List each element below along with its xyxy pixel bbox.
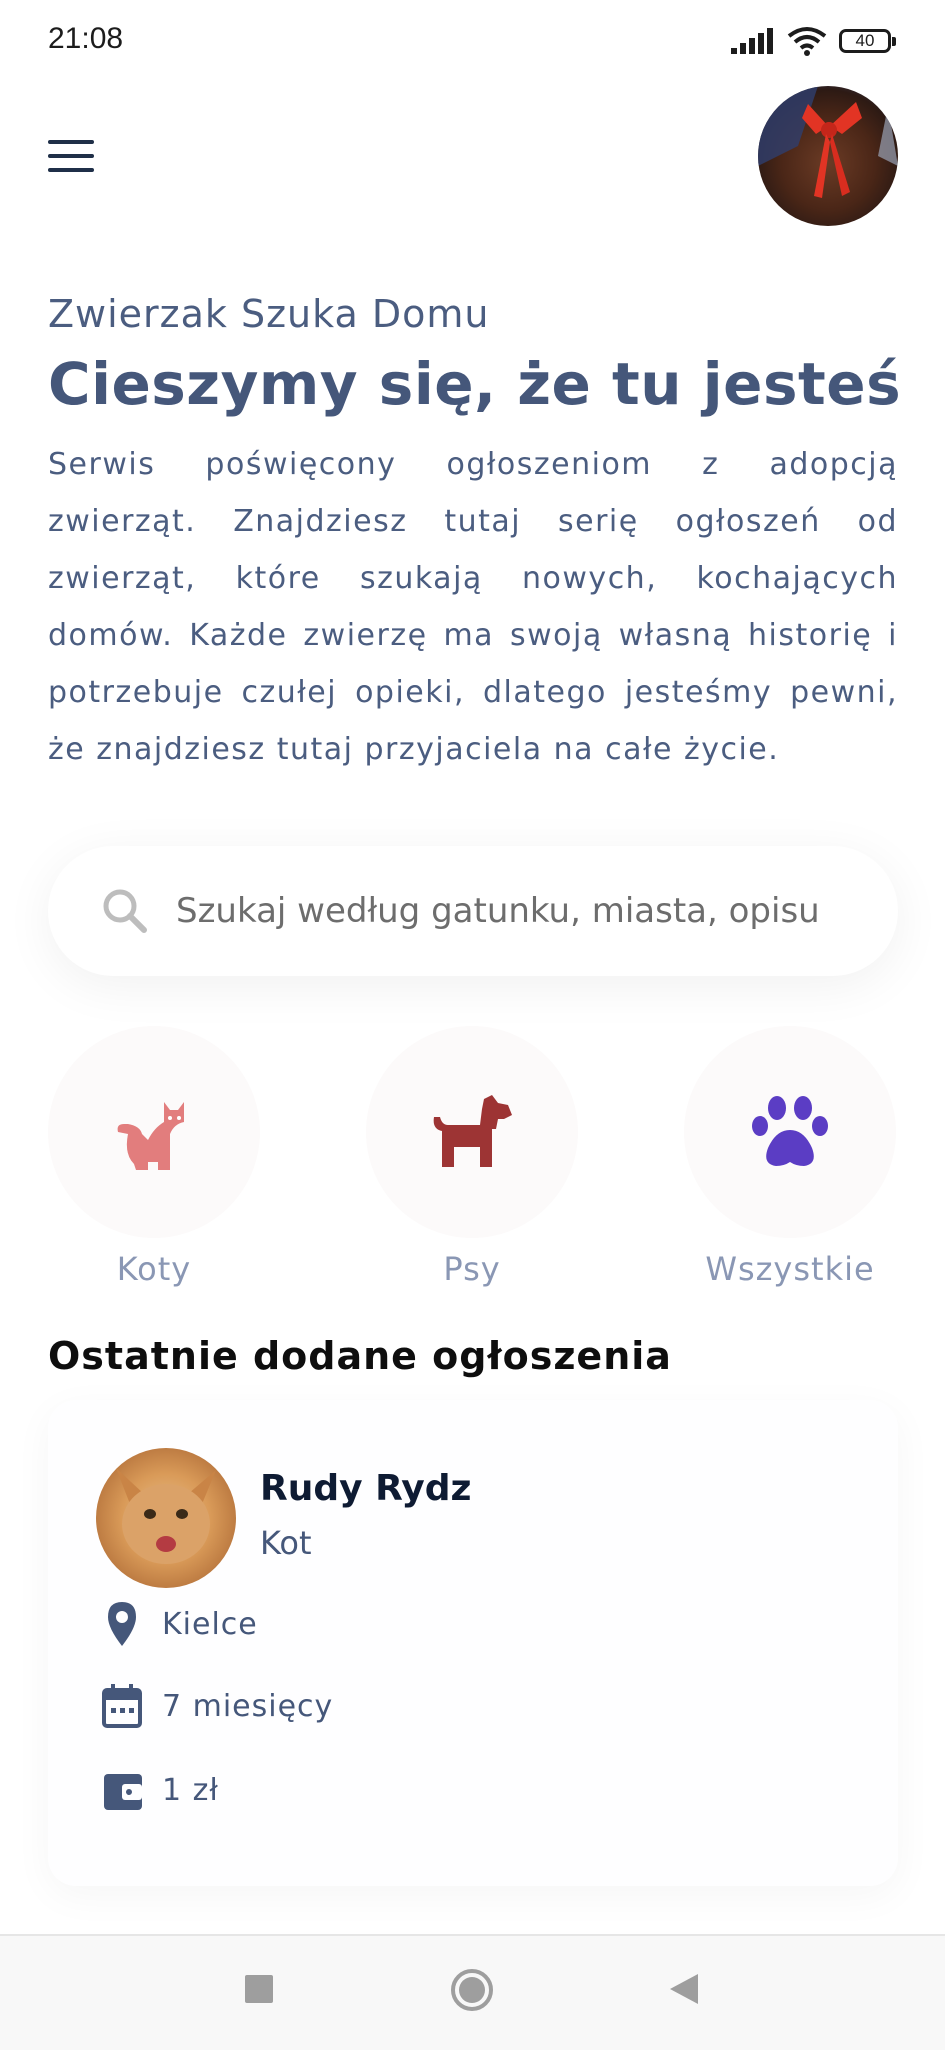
user-avatar[interactable] bbox=[758, 86, 898, 226]
system-nav-bar bbox=[0, 1934, 945, 2050]
category-label: Wszystkie bbox=[705, 1250, 875, 1288]
pet-species: Kot bbox=[260, 1524, 312, 1562]
search-icon bbox=[103, 889, 147, 933]
cat-icon bbox=[117, 1102, 184, 1170]
listing-card[interactable]: Rudy Rydz Kot Kielce 7 miesięcy 1 zł bbox=[48, 1400, 898, 1886]
status-icons: 40 bbox=[731, 26, 896, 56]
pet-age: 7 miesięcy bbox=[100, 1682, 333, 1730]
hamburger-line bbox=[48, 168, 94, 172]
pet-photo bbox=[96, 1448, 236, 1588]
back-button[interactable] bbox=[668, 1972, 700, 2010]
location-pin-icon bbox=[108, 1602, 136, 1646]
hamburger-line bbox=[48, 154, 94, 158]
pet-price: 1 zł bbox=[100, 1766, 219, 1814]
back-triangle-icon bbox=[670, 1974, 698, 2004]
signal-icon bbox=[731, 28, 773, 54]
category-dogs[interactable]: Psy bbox=[366, 1026, 578, 1288]
category-all-circle bbox=[684, 1026, 896, 1238]
square-icon bbox=[245, 1975, 273, 2003]
paw-icon bbox=[752, 1096, 828, 1166]
app-subtitle: Zwierzak Szuka Domu bbox=[48, 292, 490, 336]
search-bar[interactable] bbox=[48, 846, 898, 976]
home-circle-icon bbox=[451, 1969, 493, 2011]
pet-photo-image bbox=[116, 1468, 216, 1564]
battery-icon: 40 bbox=[839, 29, 896, 53]
pet-name: Rudy Rydz bbox=[260, 1468, 472, 1509]
home-button[interactable] bbox=[450, 1968, 494, 2016]
intro-description: Serwis poświęcony ogłoszeniom z adopcją … bbox=[48, 447, 898, 767]
hamburger-menu-icon bbox=[48, 140, 94, 144]
calendar-icon bbox=[102, 1684, 142, 1728]
wallet-icon bbox=[104, 1774, 142, 1810]
category-cats[interactable]: Koty bbox=[48, 1026, 260, 1288]
pet-location: Kielce bbox=[100, 1600, 258, 1648]
menu-button[interactable] bbox=[48, 140, 94, 174]
category-dogs-circle bbox=[366, 1026, 578, 1238]
avatar-image bbox=[758, 86, 898, 198]
section-title: Ostatnie dodane ogłoszenia bbox=[48, 1334, 672, 1378]
dog-icon bbox=[433, 1095, 512, 1167]
wifi-icon bbox=[787, 27, 827, 56]
category-label: Koty bbox=[116, 1250, 192, 1288]
category-all[interactable]: Wszystkie bbox=[684, 1026, 896, 1288]
page-title: Cieszymy się, że tu jesteś bbox=[48, 350, 902, 418]
price-text: 1 zł bbox=[162, 1772, 219, 1808]
recent-apps-button[interactable] bbox=[244, 1974, 274, 2008]
location-text: Kielce bbox=[162, 1606, 258, 1642]
category-cats-circle bbox=[48, 1026, 260, 1238]
category-label: Psy bbox=[443, 1250, 501, 1288]
status-time: 21:08 bbox=[48, 22, 124, 55]
age-text: 7 miesięcy bbox=[162, 1688, 334, 1724]
search-input[interactable] bbox=[174, 890, 838, 932]
